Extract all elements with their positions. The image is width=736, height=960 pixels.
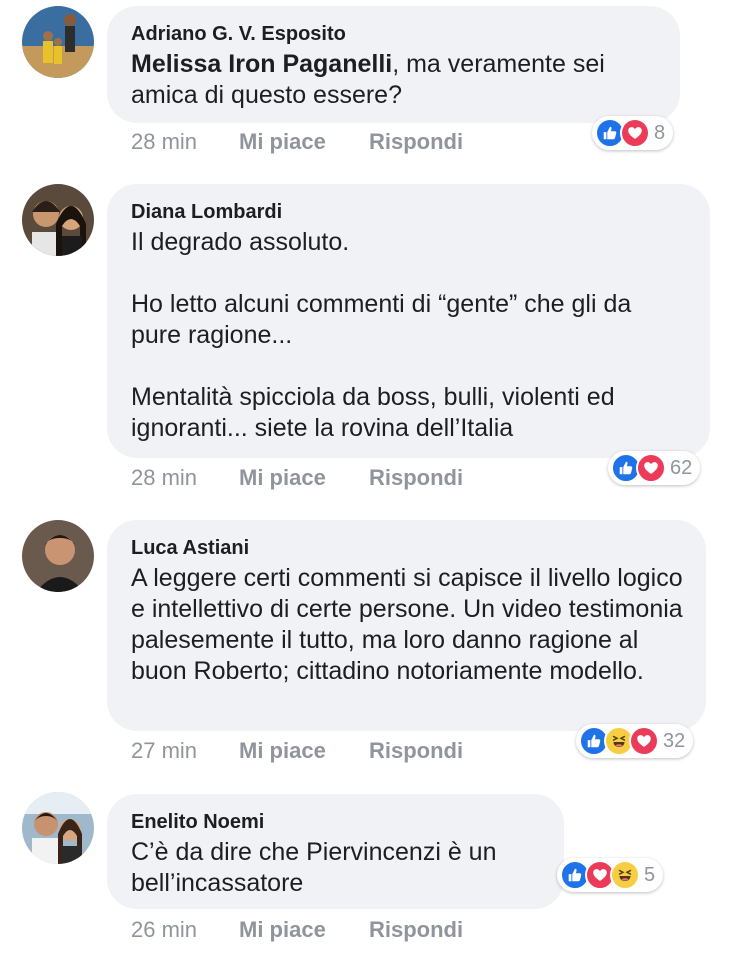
comment-bubble: Enelito Noemi C’è da dire che Piervincen… (107, 794, 564, 909)
comment-author[interactable]: Luca Astiani (131, 536, 684, 560)
reaction-count: 5 (644, 863, 656, 886)
haha-icon (610, 860, 640, 890)
avatar[interactable] (22, 6, 94, 78)
reactions-summary[interactable]: 8 (592, 116, 674, 150)
reactions-summary[interactable]: 32 (576, 724, 694, 758)
comment-actions: 28 min Mi piace Rispondi (131, 465, 463, 491)
comment-text: C’è da dire che Piervincenzi è un bell’i… (131, 838, 497, 897)
love-icon (629, 726, 659, 756)
comment-bubble: Luca Astiani A leggere certi commenti si… (107, 520, 706, 731)
comment-paragraph: Mentalità spicciola da boss, bulli, viol… (131, 383, 615, 442)
reply-button[interactable]: Rispondi (369, 917, 463, 943)
comment-timestamp[interactable]: 27 min (131, 738, 239, 764)
like-button[interactable]: Mi piace (239, 129, 369, 155)
comment-bubble: Adriano G. V. Esposito Melissa Iron Paga… (107, 6, 680, 123)
reaction-count: 62 (670, 456, 693, 479)
comment-timestamp[interactable]: 28 min (131, 465, 239, 491)
comment-author[interactable]: Diana Lombardi (131, 200, 688, 224)
reply-button[interactable]: Rispondi (369, 465, 463, 491)
reply-button[interactable]: Rispondi (369, 738, 463, 764)
comment-text: Melissa Iron Paganelli, ma veramente sei… (131, 49, 658, 111)
comment-timestamp[interactable]: 26 min (131, 917, 239, 943)
comment-author[interactable]: Adriano G. V. Esposito (131, 22, 658, 46)
reactions-summary[interactable]: 5 (557, 858, 664, 892)
comment-actions: 27 min Mi piace Rispondi (131, 738, 463, 764)
comment-paragraph: Il degrado assoluto. (131, 228, 350, 256)
reaction-count: 32 (663, 729, 686, 752)
mention-link[interactable]: Melissa Iron Paganelli (131, 50, 392, 78)
comment-text: A leggere certi commenti si capisce il l… (131, 564, 683, 685)
like-button[interactable]: Mi piace (239, 917, 369, 943)
like-button[interactable]: Mi piace (239, 738, 369, 764)
comment-actions: 28 min Mi piace Rispondi (131, 129, 463, 155)
avatar[interactable] (22, 792, 94, 864)
love-icon (636, 453, 666, 483)
avatar[interactable] (22, 520, 94, 592)
avatar[interactable] (22, 184, 94, 256)
reaction-count: 8 (654, 121, 666, 144)
reply-button[interactable]: Rispondi (369, 129, 463, 155)
comment-bubble: Diana Lombardi Il degrado assoluto. Ho l… (107, 184, 710, 458)
comment-paragraph: Ho letto alcuni commenti di “gente” che … (131, 290, 632, 349)
comment-text: Il degrado assoluto. Ho letto alcuni com… (131, 227, 688, 444)
love-icon (620, 118, 650, 148)
comment-author[interactable]: Enelito Noemi (131, 810, 542, 834)
reactions-summary[interactable]: 62 (608, 451, 701, 485)
like-button[interactable]: Mi piace (239, 465, 369, 491)
comment-timestamp[interactable]: 28 min (131, 129, 239, 155)
comment-actions: 26 min Mi piace Rispondi (131, 917, 463, 943)
